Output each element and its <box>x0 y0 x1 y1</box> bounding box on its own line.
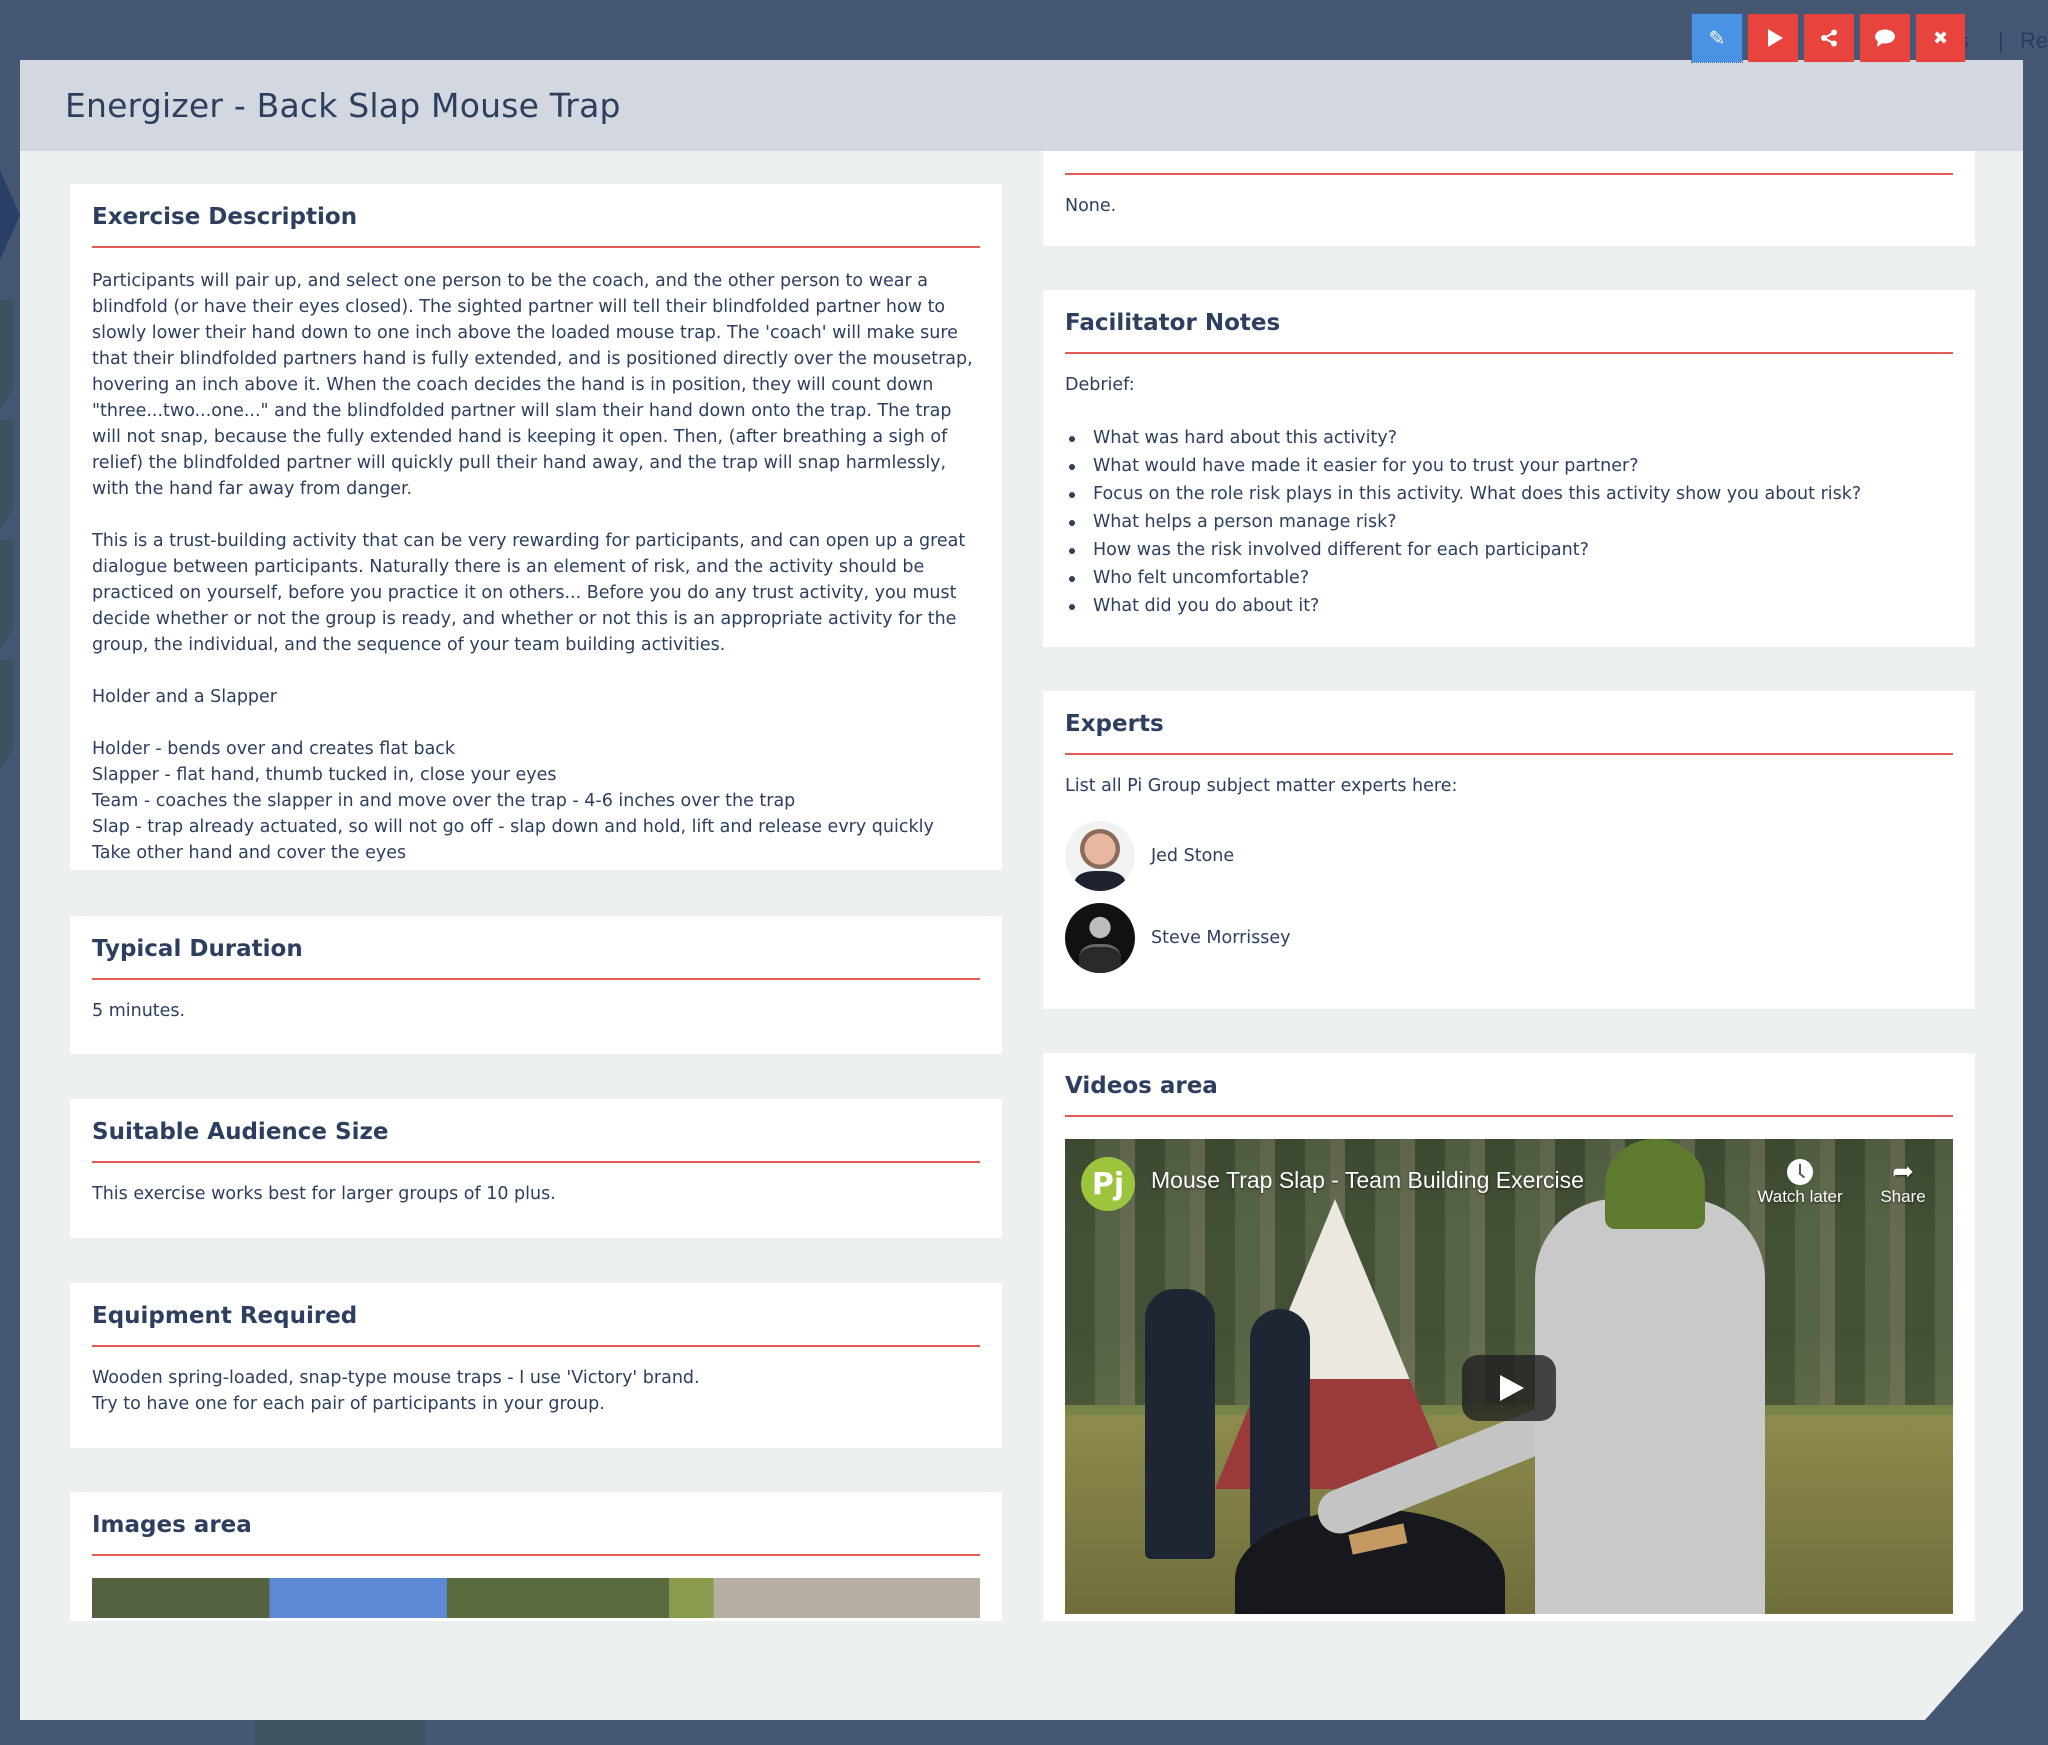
play-button[interactable] <box>1748 14 1798 62</box>
card-images-area: Images area <box>70 1492 1002 1621</box>
expert-item[interactable]: Steve Morrissey <box>1065 897 1953 979</box>
watch-later-button[interactable]: Watch later <box>1745 1155 1855 1207</box>
duration-value: 5 minutes. <box>92 1001 186 1021</box>
video-frame-person <box>1145 1289 1215 1559</box>
card-body: 5 minutes. <box>92 980 980 1024</box>
modal-title: Energizer - Back Slap Mouse Trap <box>65 86 621 125</box>
debrief-item: What was hard about this activity? <box>1065 424 1953 452</box>
card-title: Typical Duration <box>92 916 980 980</box>
modal-body[interactable]: Exercise Description Participants will p… <box>20 151 2023 1621</box>
avatar <box>1065 903 1135 973</box>
video-player[interactable]: Pj Mouse Trap Slap - Team Building Exerc… <box>1065 1139 1953 1614</box>
card-body: Wooden spring-loaded, snap-type mouse tr… <box>92 1347 980 1417</box>
background-tile <box>0 300 14 410</box>
description-paragraph: This is a trust-building activity that c… <box>92 531 966 655</box>
edit-button[interactable]: ✎ <box>1691 13 1743 63</box>
background-tile <box>0 420 14 530</box>
previous-section-value: None. <box>1065 196 1117 216</box>
clock-icon <box>1787 1159 1813 1185</box>
speech-bubble-icon <box>1875 29 1895 47</box>
card-body: None. <box>1065 175 1953 219</box>
debrief-item: Focus on the role risk plays in this act… <box>1065 480 1953 508</box>
description-line: Holder - bends over and creates flat bac… <box>92 739 456 759</box>
background-nav-text: Re <box>2020 28 2048 53</box>
card-divider <box>1065 151 1953 175</box>
card-videos-area: Videos area Pj Mouse Trap Slap - Team Bu… <box>1043 1053 1975 1621</box>
debrief-item: What helps a person manage risk? <box>1065 508 1953 536</box>
share-label: Share <box>1880 1187 1926 1206</box>
debrief-label: Debrief: <box>1065 375 1135 395</box>
video-play-button[interactable] <box>1462 1355 1556 1421</box>
debrief-item: Who felt uncomfortable? <box>1065 564 1953 592</box>
background-tile <box>0 540 14 650</box>
card-body: This exercise works best for larger grou… <box>92 1163 980 1207</box>
card-title: Facilitator Notes <box>1065 290 1953 354</box>
card-audience-size: Suitable Audience Size This exercise wor… <box>70 1099 1002 1238</box>
modal-toolbar: ✎ ✖ <box>1691 13 1965 63</box>
share-arrow-icon: ➦ <box>1892 1156 1914 1186</box>
card-typical-duration: Typical Duration 5 minutes. <box>70 916 1002 1054</box>
card-equipment-required: Equipment Required Wooden spring-loaded,… <box>70 1283 1002 1448</box>
video-title[interactable]: Mouse Trap Slap - Team Building Exercise <box>1151 1167 1584 1194</box>
channel-logo[interactable]: Pj <box>1081 1157 1135 1211</box>
share-icon <box>1821 29 1837 47</box>
close-button[interactable]: ✖ <box>1916 14 1965 62</box>
debrief-item: What did you do about it? <box>1065 592 1953 620</box>
play-icon <box>1767 29 1783 47</box>
expert-name: Steve Morrissey <box>1151 928 1291 948</box>
description-paragraph: Participants will pair up, and select on… <box>92 271 973 499</box>
card-title: Equipment Required <box>92 1283 980 1347</box>
background-nav-divider: | <box>1998 28 2004 53</box>
video-frame-slapper <box>1535 1199 1765 1614</box>
card-title: Exercise Description <box>92 184 980 248</box>
video-frame-person <box>1250 1309 1310 1549</box>
card-body: List all Pi Group subject matter experts… <box>1065 755 1953 979</box>
audience-size-value: This exercise works best for larger grou… <box>92 1184 556 1204</box>
modal-header: Energizer - Back Slap Mouse Trap <box>20 60 2023 151</box>
exercise-modal: Energizer - Back Slap Mouse Trap Exercis… <box>20 60 2023 1720</box>
expert-item[interactable]: Jed Stone <box>1065 815 1953 897</box>
expert-name: Jed Stone <box>1151 846 1235 866</box>
watch-later-label: Watch later <box>1757 1187 1843 1206</box>
card-title: Experts <box>1065 691 1953 755</box>
comment-button[interactable] <box>1860 14 1910 62</box>
description-line: Take other hand and cover the eyes <box>92 843 407 863</box>
experts-list: Jed Stone Steve Morrissey <box>1065 815 1953 979</box>
card-title: Videos area <box>1065 1053 1953 1117</box>
description-line: Slap - trap already actuated, so will no… <box>92 817 934 837</box>
card-title: Suitable Audience Size <box>92 1099 980 1163</box>
card-facilitator-notes: Facilitator Notes Debrief: What was hard… <box>1043 290 1975 647</box>
background-tab <box>255 1716 425 1745</box>
debrief-item: How was the risk involved different for … <box>1065 536 1953 564</box>
card-body: Participants will pair up, and select on… <box>92 248 980 866</box>
close-icon: ✖ <box>1932 27 1949 49</box>
background-tile <box>0 660 14 770</box>
experts-intro: List all Pi Group subject matter experts… <box>1065 776 1458 796</box>
equipment-line: Try to have one for each pair of partici… <box>92 1394 605 1414</box>
debrief-item: What would have made it easier for you t… <box>1065 452 1953 480</box>
video-frame-hat <box>1605 1139 1705 1229</box>
avatar <box>1065 821 1135 891</box>
card-experts: Experts List all Pi Group subject matter… <box>1043 691 1975 1009</box>
pencil-icon: ✎ <box>1708 26 1726 50</box>
exercise-image[interactable] <box>92 1578 980 1618</box>
background-chevron <box>0 170 20 260</box>
card-body: Debrief: What was hard about this activi… <box>1065 354 1953 620</box>
share-button[interactable] <box>1804 14 1854 62</box>
debrief-list: What was hard about this activity? What … <box>1065 424 1953 620</box>
card-exercise-description: Exercise Description Participants will p… <box>70 184 1002 870</box>
video-share-button[interactable]: ➦ Share <box>1873 1155 1933 1207</box>
description-paragraph: Holder and a Slapper <box>92 687 278 707</box>
description-line: Slapper - flat hand, thumb tucked in, cl… <box>92 765 557 785</box>
description-line: Team - coaches the slapper in and move o… <box>92 791 796 811</box>
card-title: Images area <box>92 1492 980 1556</box>
card-previous-section: None. <box>1043 151 1975 246</box>
equipment-line: Wooden spring-loaded, snap-type mouse tr… <box>92 1368 700 1388</box>
